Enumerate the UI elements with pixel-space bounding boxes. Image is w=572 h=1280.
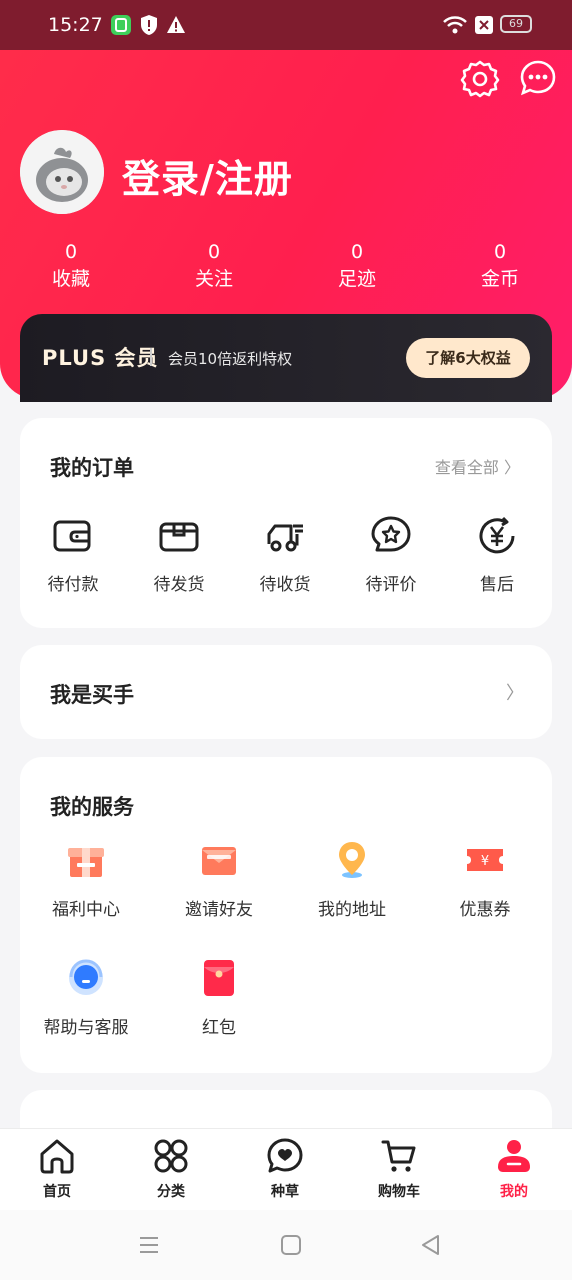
chevron-right-icon: 〉 [506, 683, 524, 704]
divider [150, 348, 152, 366]
yen-refund-icon [479, 516, 515, 554]
service-label: 福利中心 [52, 900, 120, 920]
vip-banner[interactable]: PLUS 会员 会员10倍返利特权 了解6大权益 [20, 314, 552, 402]
service-label: 优惠券 [459, 900, 511, 920]
avatar[interactable] [20, 130, 104, 214]
order-pending-review[interactable]: 待评价 [341, 514, 441, 595]
stat-value: 0 [350, 241, 364, 263]
tab-label: 首页 [43, 1184, 71, 1200]
service-my-address[interactable]: 我的地址 [292, 839, 412, 920]
home-square-icon[interactable] [278, 1232, 304, 1258]
order-label: 待发货 [153, 575, 205, 595]
tab-label: 购物车 [378, 1184, 420, 1200]
delivery-truck-icon [267, 524, 303, 552]
cart-icon [381, 1140, 416, 1172]
warning-icon [167, 16, 185, 33]
services-card: 我的服务 福利中心 邀请好友 我的地址 ¥ 优惠券 帮助与客服 红包 [20, 757, 552, 1073]
order-label: 待评价 [365, 575, 417, 595]
service-label: 邀请好友 [185, 900, 253, 920]
orders-card: 我的订单 查看全部 〉 待付款 待发货 待收货 待评价 售后 [20, 418, 552, 628]
service-label: 我的地址 [318, 900, 386, 920]
stat-value: 0 [207, 241, 221, 263]
status-bar: 15:27 69 [0, 0, 572, 50]
tab-cart[interactable]: 购物车 [342, 1137, 456, 1201]
home-icon [40, 1139, 74, 1174]
tab-mine[interactable]: 我的 [457, 1137, 571, 1201]
stat-coins[interactable]: 0 金币 [440, 240, 560, 294]
order-pending-payment[interactable]: 待付款 [23, 514, 123, 595]
bottom-tab-bar: 首页 分类 种草 购物车 我的 [0, 1128, 572, 1211]
service-label: 帮助与客服 [43, 1018, 129, 1038]
category-icon [154, 1139, 188, 1173]
services-title: 我的服务 [50, 795, 134, 819]
stat-footprints[interactable]: 0 足迹 [297, 240, 417, 294]
wallet-icon [53, 520, 91, 552]
stat-value: 0 [493, 241, 507, 263]
tab-seeding[interactable]: 种草 [228, 1137, 342, 1201]
tab-label: 我的 [500, 1184, 528, 1200]
service-coupons[interactable]: ¥ 优惠券 [425, 839, 545, 920]
orders-title: 我的订单 [50, 456, 134, 480]
wifi-icon [443, 16, 467, 34]
star-chat-icon [371, 516, 411, 552]
buyer-title: 我是买手 [50, 683, 134, 707]
order-after-sales[interactable]: 售后 [447, 514, 547, 595]
back-triangle-icon[interactable] [418, 1232, 444, 1258]
location-pin-icon [339, 842, 365, 878]
heart-chat-icon [267, 1138, 303, 1173]
system-navigation-bar [0, 1210, 572, 1280]
sim-off-icon [475, 16, 493, 34]
stat-favorites[interactable]: 0 收藏 [11, 240, 131, 294]
order-label: 待收货 [259, 575, 311, 595]
envelope-icon [202, 847, 236, 875]
battery-indicator: 69 [500, 15, 532, 33]
stat-label: 足迹 [337, 268, 376, 290]
buyer-card[interactable]: 我是买手 〉 [20, 645, 552, 739]
login-register-link[interactable]: 登录/注册 [122, 148, 293, 203]
profile-icon [498, 1140, 530, 1172]
service-help-support[interactable]: 帮助与客服 [26, 957, 146, 1038]
box-icon [159, 522, 199, 552]
status-time: 15:27 [48, 14, 103, 36]
service-welfare-center[interactable]: 福利中心 [26, 839, 146, 920]
vip-description: 会员10倍返利特权 [168, 350, 293, 368]
service-label: 红包 [202, 1018, 236, 1038]
service-red-packet[interactable]: 红包 [159, 957, 279, 1038]
order-pending-shipment[interactable]: 待发货 [129, 514, 229, 595]
svg-text:¥: ¥ [481, 854, 489, 869]
stat-label: 金币 [480, 268, 519, 290]
stat-value: 0 [64, 241, 78, 263]
red-packet-icon [204, 960, 234, 996]
vip-brand-logo: PLUS 会员 [42, 346, 159, 370]
stat-following[interactable]: 0 关注 [154, 240, 274, 294]
tab-label: 种草 [271, 1184, 299, 1200]
gift-icon [68, 848, 104, 877]
tab-home[interactable]: 首页 [0, 1137, 114, 1201]
coupon-icon: ¥ [467, 849, 503, 871]
view-all-orders-link[interactable]: 查看全部 〉 [435, 454, 520, 478]
stat-label: 关注 [194, 268, 233, 290]
message-bubble-icon[interactable] [518, 58, 558, 98]
customer-service-icon [69, 959, 103, 995]
app-notification-icon [111, 15, 131, 35]
vip-benefits-button[interactable]: 了解6大权益 [406, 338, 530, 378]
order-label: 售后 [480, 575, 514, 595]
tab-category[interactable]: 分类 [114, 1137, 228, 1201]
order-label: 待付款 [47, 575, 99, 595]
stat-label: 收藏 [51, 268, 90, 290]
default-avatar-icon [20, 130, 104, 214]
shield-icon [141, 15, 157, 35]
menu-icon[interactable] [136, 1232, 162, 1258]
order-pending-receipt[interactable]: 待收货 [235, 514, 335, 595]
settings-gear-icon[interactable] [460, 58, 500, 98]
tab-label: 分类 [157, 1184, 185, 1200]
service-invite-friends[interactable]: 邀请好友 [159, 839, 279, 920]
